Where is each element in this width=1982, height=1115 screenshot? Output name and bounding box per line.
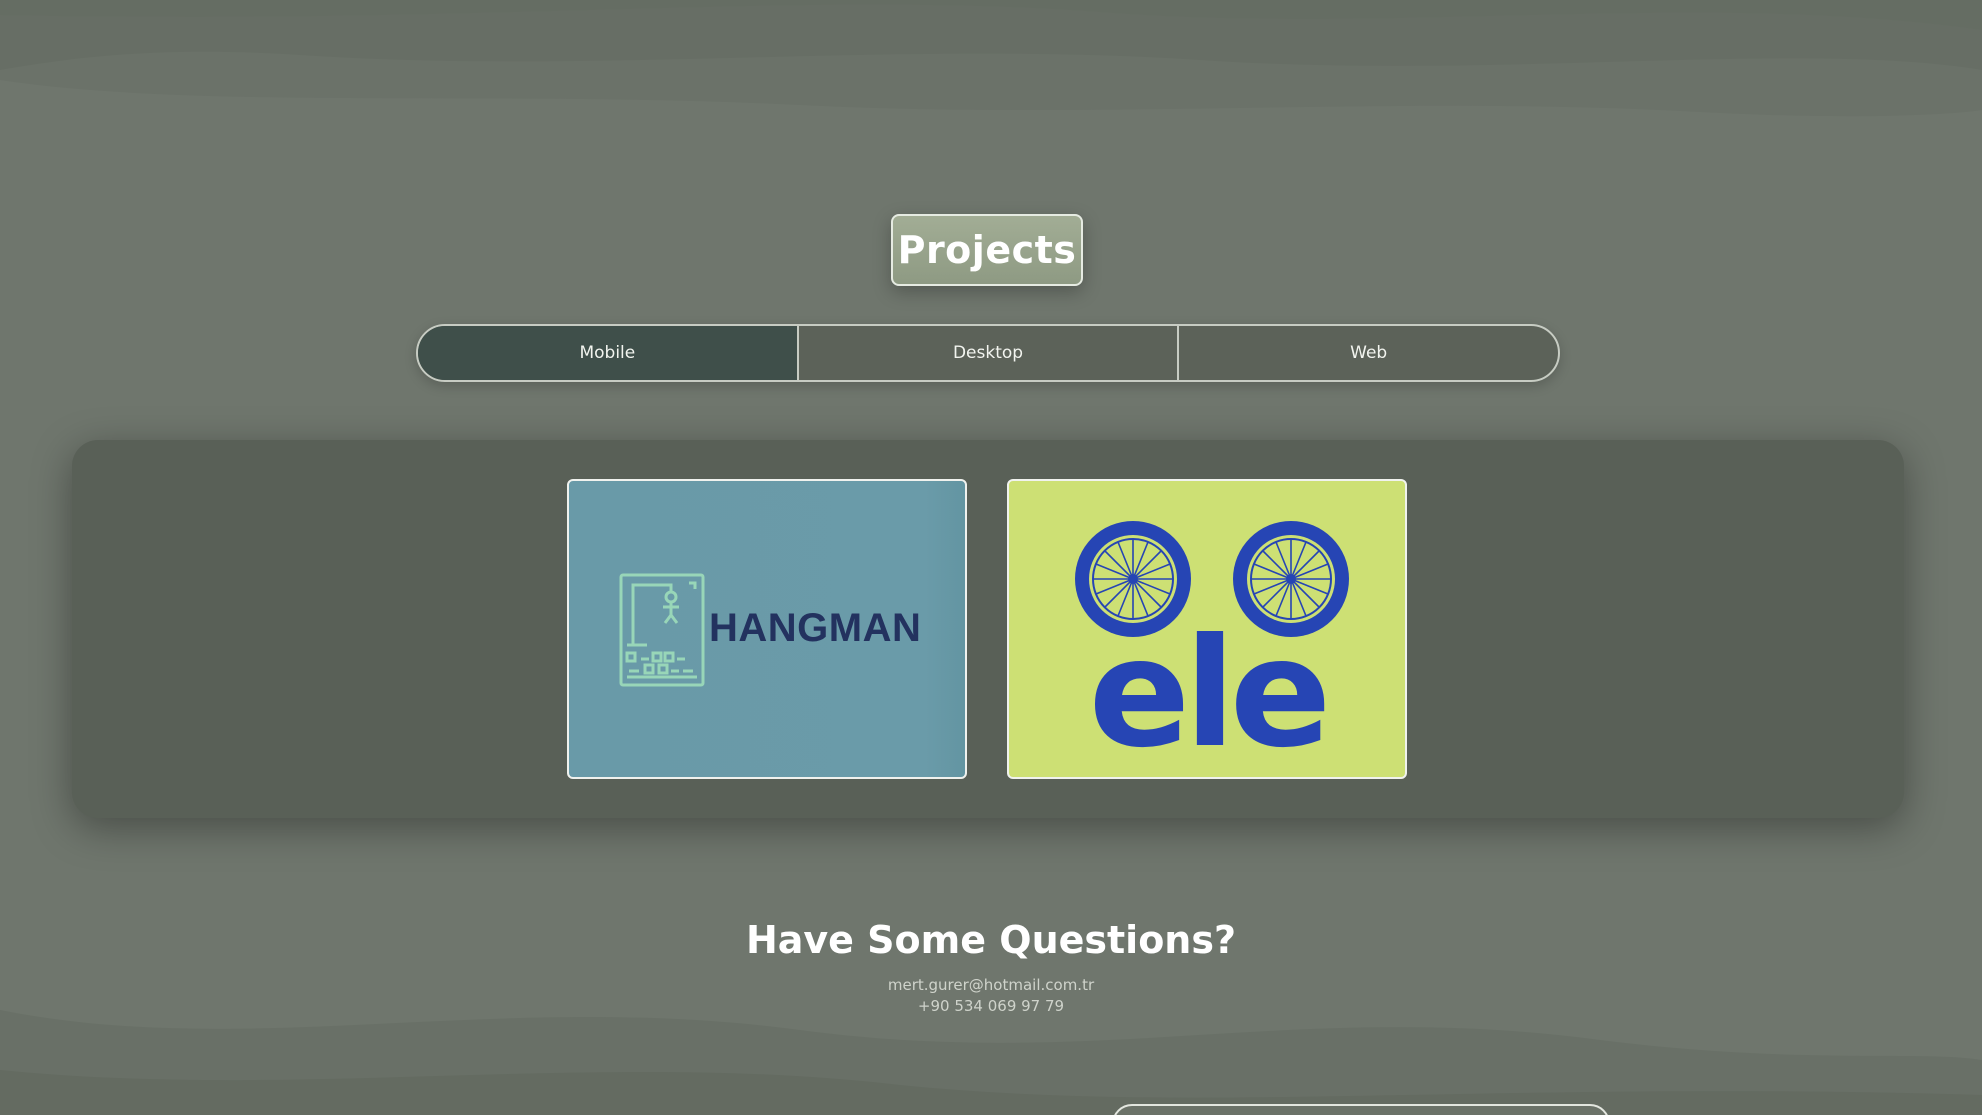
contact-heading: Have Some Questions? bbox=[745, 918, 1237, 962]
project-title-ele: ele bbox=[1089, 607, 1326, 777]
tab-mobile[interactable]: Mobile bbox=[418, 326, 797, 380]
project-card-hangman[interactable]: HANGMAN bbox=[567, 479, 967, 779]
bicycle-wheels-logo: ele bbox=[1075, 521, 1349, 777]
project-category-tabs: Mobile Desktop Web bbox=[416, 324, 1560, 382]
projects-panel bbox=[72, 440, 1904, 818]
tab-desktop[interactable]: Desktop bbox=[796, 326, 1178, 380]
project-title-hangman: HANGMAN bbox=[709, 606, 922, 650]
contact-phone: +90 534 069 97 79 bbox=[917, 997, 1065, 1015]
page-title: Projects bbox=[891, 214, 1083, 286]
tab-web[interactable]: Web bbox=[1177, 326, 1558, 380]
hangman-gallows-icon bbox=[619, 573, 705, 687]
contact-email[interactable]: mert.gurer@hotmail.com.tr bbox=[0, 976, 1982, 994]
project-card-ele[interactable]: ele bbox=[1007, 479, 1407, 779]
bottom-footer-pill bbox=[1112, 1104, 1610, 1115]
